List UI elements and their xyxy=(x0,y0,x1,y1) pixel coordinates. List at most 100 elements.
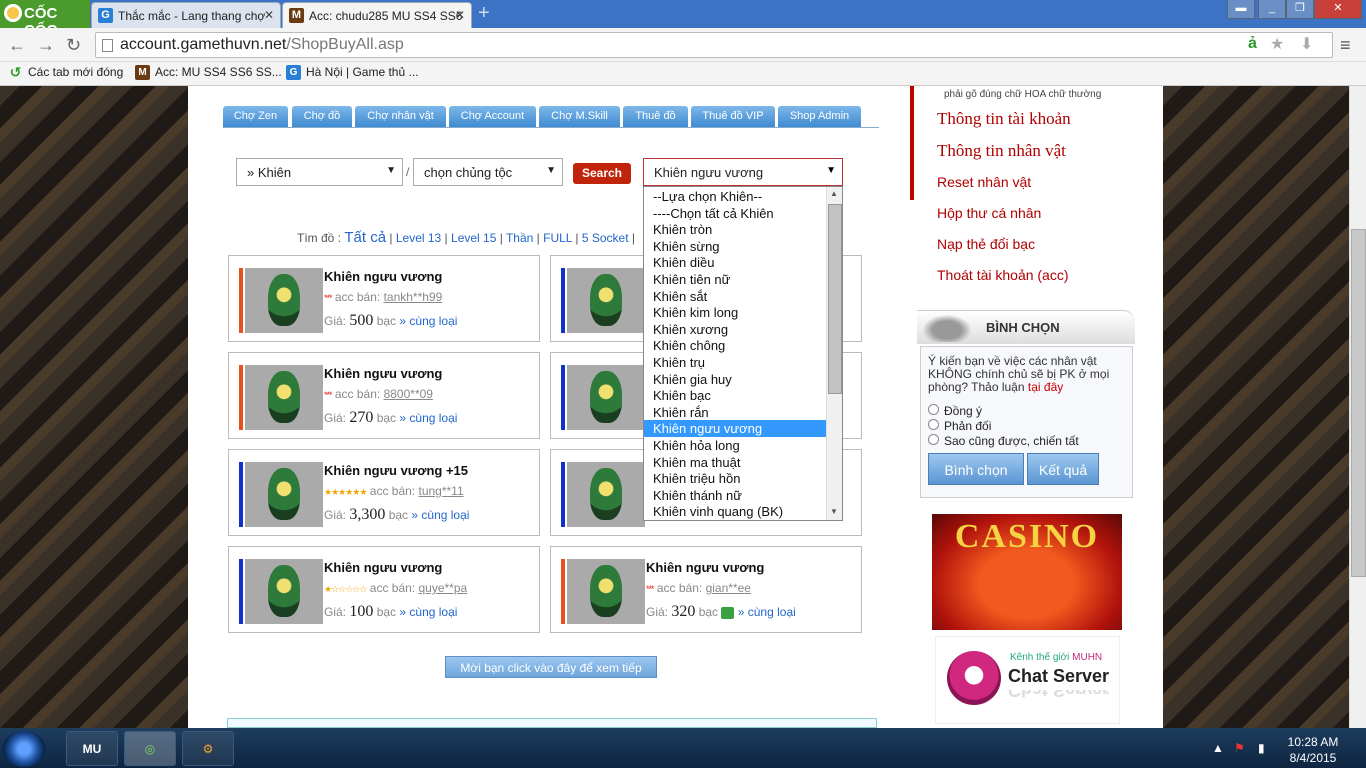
bookmark-mu-acc[interactable]: M Acc: MU SS4 SS6 SS... xyxy=(135,65,282,80)
dropdown-option[interactable]: Khiên thánh nữ xyxy=(644,487,826,504)
minimize-icon[interactable]: _ xyxy=(1258,0,1286,19)
item-name[interactable]: Khiên ngưu vương +15 xyxy=(324,463,468,478)
vote-button[interactable]: Bình chọn xyxy=(928,453,1024,485)
tab-cho-account[interactable]: Chợ Account xyxy=(449,106,536,127)
taskbar-mu-icon[interactable]: MU xyxy=(66,731,118,766)
seller-link[interactable]: tung**11 xyxy=(418,484,463,498)
item-thumbnail[interactable] xyxy=(567,462,645,527)
network-icon[interactable]: ▮ xyxy=(1258,741,1265,755)
dropdown-option[interactable]: --Lựa chọn Khiên-- xyxy=(644,188,826,205)
dropdown-option[interactable]: ----Chọn tất cả Khiên xyxy=(644,205,826,222)
link-topup[interactable]: Nạp thẻ đổi bạc xyxy=(937,236,1035,252)
reload-icon[interactable]: ↻ xyxy=(66,35,81,56)
race-select[interactable]: chọn chủng tộc ▼ xyxy=(413,158,563,186)
dropdown-scrollbar-thumb[interactable] xyxy=(828,204,842,394)
link-inbox[interactable]: Hộp thư cá nhân xyxy=(937,205,1041,221)
dropdown-option[interactable]: Khiên rắn xyxy=(644,404,826,421)
item-name[interactable]: Khiên ngưu vương xyxy=(324,366,442,381)
same-type-link[interactable]: » cùng loại xyxy=(411,508,469,522)
close-icon[interactable]: ✕ xyxy=(264,8,274,22)
scrollbar-thumb[interactable] xyxy=(1351,229,1366,577)
item-thumbnail[interactable] xyxy=(567,365,645,430)
link-logout[interactable]: Thoát tài khoản (acc) xyxy=(937,267,1069,283)
result-button[interactable]: Kết quả xyxy=(1027,453,1099,485)
same-type-link[interactable]: » cùng loại xyxy=(399,605,457,619)
load-more-button[interactable]: Mời bạn click vào đây để xem tiếp xyxy=(445,656,657,678)
dropdown-option[interactable]: Khiên gia huy xyxy=(644,371,826,388)
browser-tab-2[interactable]: M Acc: chudu285 MU SS4 SS6 ✕ xyxy=(282,2,472,28)
dropdown-option[interactable]: Khiên tiên nữ xyxy=(644,271,826,288)
item-thumbnail[interactable] xyxy=(245,268,323,333)
dropdown-scrollbar[interactable]: ▲ ▼ xyxy=(826,187,842,520)
poll-radio-neutral[interactable] xyxy=(928,434,939,445)
category-select[interactable]: » Khiên ▼ xyxy=(236,158,403,186)
item-card[interactable]: Khiên ngưu vương +15 ★★★★★★ acc bán: tun… xyxy=(228,449,540,536)
item-thumbnail[interactable] xyxy=(567,268,645,333)
link-reset-character[interactable]: Reset nhân vật xyxy=(937,174,1031,190)
seller-link[interactable]: gian**ee xyxy=(706,581,751,595)
close-icon[interactable]: ✕ xyxy=(455,8,465,22)
filter-level-15[interactable]: Level 15 xyxy=(451,231,496,245)
dropdown-option[interactable]: Khiên vinh quang (BK) xyxy=(644,503,826,520)
scroll-up-icon[interactable]: ▲ xyxy=(830,189,838,198)
dropdown-option[interactable]: Khiên hỏa long xyxy=(644,437,826,454)
item-thumbnail[interactable] xyxy=(245,365,323,430)
dropdown-option[interactable]: Khiên xương xyxy=(644,321,826,338)
poll-discuss-link[interactable]: tại đây xyxy=(1028,380,1063,394)
item-select[interactable]: Khiên ngưu vương ▼ xyxy=(643,158,843,186)
dropdown-option[interactable]: Khiên kim long xyxy=(644,304,826,321)
tray-flag-icon[interactable]: ⚑ xyxy=(1234,741,1245,755)
dropdown-option[interactable]: Khiên ma thuật xyxy=(644,454,826,471)
item-card[interactable]: Khiên ngưu vương ★☆☆☆☆☆ acc bán: quye**p… xyxy=(228,546,540,633)
dropdown-option[interactable]: Khiên diều xyxy=(644,254,826,271)
item-thumbnail[interactable] xyxy=(567,559,645,624)
address-bar[interactable]: account.gamethuvn.net/ShopBuyAll.asp ả ★… xyxy=(95,32,1333,58)
dropdown-option[interactable]: Khiên chông xyxy=(644,337,826,354)
dropdown-option[interactable]: Khiên ngưu vương xyxy=(644,420,826,438)
filter-full[interactable]: FULL xyxy=(543,231,572,245)
new-tab-icon[interactable]: + xyxy=(478,3,490,23)
link-account-info[interactable]: Thông tin tài khoản xyxy=(937,109,1071,129)
tab-thue-do-vip[interactable]: Thuê đồ VIP xyxy=(691,106,775,127)
dropdown-option[interactable]: Khiên triệu hồn xyxy=(644,470,826,487)
restore-icon[interactable]: ❐ xyxy=(1286,0,1314,19)
menu-icon[interactable]: ▬ xyxy=(1227,0,1255,19)
tab-cho-do[interactable]: Chợ đồ xyxy=(292,106,352,127)
page-scrollbar[interactable] xyxy=(1349,86,1366,728)
link-character-info[interactable]: Thông tin nhân vật xyxy=(937,141,1066,161)
item-thumbnail[interactable] xyxy=(245,559,323,624)
star-icon[interactable]: ★ xyxy=(1270,34,1284,54)
item-name[interactable]: Khiên ngưu vương xyxy=(324,269,442,284)
seller-link[interactable]: tankh**h99 xyxy=(384,290,443,304)
bookmark-hanoi[interactable]: G Hà Nội | Game thủ ... xyxy=(286,65,419,80)
vietnamese-input-icon[interactable]: ả xyxy=(1248,35,1257,53)
dropdown-option[interactable]: Khiên bạc xyxy=(644,387,826,404)
seller-link[interactable]: 8800**09 xyxy=(384,387,433,401)
dropdown-option[interactable]: Khiên tròn xyxy=(644,221,826,238)
item-card[interactable]: Khiên ngưu vương *** acc bán: gian**ee G… xyxy=(550,546,862,633)
taskbar-coccoc-icon[interactable]: ◎ xyxy=(124,731,176,766)
dropdown-option[interactable]: Khiên trụ xyxy=(644,354,826,371)
tab-cho-nhan-vat[interactable]: Chợ nhân vật xyxy=(355,106,446,127)
same-type-link[interactable]: » cùng loại xyxy=(399,314,457,328)
item-thumbnail[interactable] xyxy=(245,462,323,527)
windows-start-icon[interactable] xyxy=(2,731,46,767)
scroll-down-icon[interactable]: ▼ xyxy=(830,507,838,516)
search-button[interactable]: Search xyxy=(573,163,631,184)
browser-menu-icon[interactable]: ≡ xyxy=(1340,35,1351,56)
tab-thue-do[interactable]: Thuê đồ xyxy=(623,106,688,127)
poll-radio-agree[interactable] xyxy=(928,404,939,415)
item-name[interactable]: Khiên ngưu vương xyxy=(324,560,442,575)
tab-cho-zen[interactable]: Chợ Zen xyxy=(223,106,288,127)
download-icon[interactable]: ⬇ xyxy=(1300,34,1313,54)
dropdown-option[interactable]: Khiên sừng xyxy=(644,238,826,255)
item-card[interactable]: Khiên ngưu vương *** acc bán: tankh**h99… xyxy=(228,255,540,342)
filter-than[interactable]: Thần xyxy=(506,231,533,245)
item-dropdown-list[interactable]: --Lựa chọn Khiên-- ----Chọn tất cả Khiên K… xyxy=(643,186,843,521)
window-close-icon[interactable]: ✕ xyxy=(1314,0,1362,19)
item-name[interactable]: Khiên ngưu vương xyxy=(646,560,764,575)
forward-icon[interactable]: → xyxy=(37,35,55,56)
same-type-link[interactable]: » cùng loại xyxy=(738,605,796,619)
browser-tab-1[interactable]: G Thắc mắc - Lang thang chợ ✕ xyxy=(91,2,281,28)
taskbar-game-icon[interactable]: ⚙ xyxy=(182,731,234,766)
